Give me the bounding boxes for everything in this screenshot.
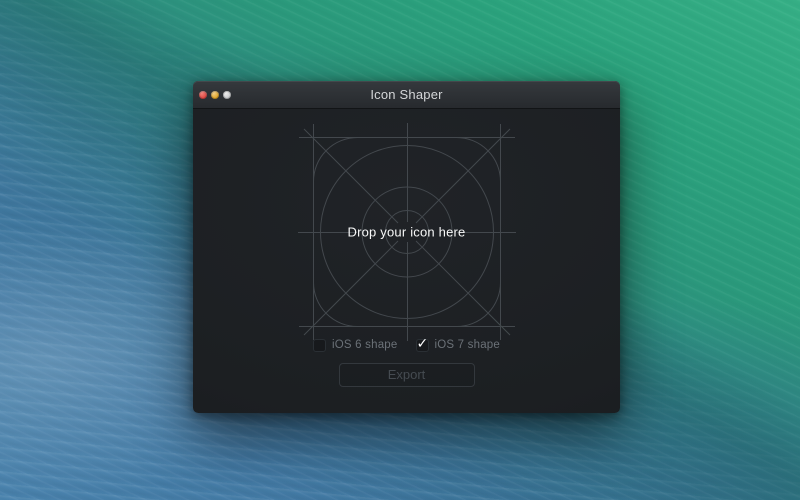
- ios7-checkbox-label: iOS 7 shape: [435, 339, 501, 351]
- option-ios6-shape[interactable]: iOS 6 shape: [313, 339, 398, 352]
- window-content: Drop your icon here iOS 6 shape ✓ iOS 7 …: [193, 109, 620, 412]
- ios6-checkbox-label: iOS 6 shape: [332, 339, 398, 351]
- drop-hint-label: Drop your icon here: [348, 225, 466, 240]
- shape-options: iOS 6 shape ✓ iOS 7 shape: [193, 338, 620, 352]
- option-ios7-shape[interactable]: ✓ iOS 7 shape: [416, 339, 501, 352]
- app-window: Icon Shaper: [193, 81, 620, 413]
- ios7-checkmark-icon: ✓: [417, 336, 429, 350]
- window-title: Icon Shaper: [193, 81, 620, 109]
- titlebar[interactable]: Icon Shaper: [193, 81, 620, 109]
- ios7-checkbox[interactable]: ✓: [416, 339, 429, 352]
- ios6-checkbox[interactable]: [313, 339, 326, 352]
- export-button[interactable]: Export: [339, 363, 475, 387]
